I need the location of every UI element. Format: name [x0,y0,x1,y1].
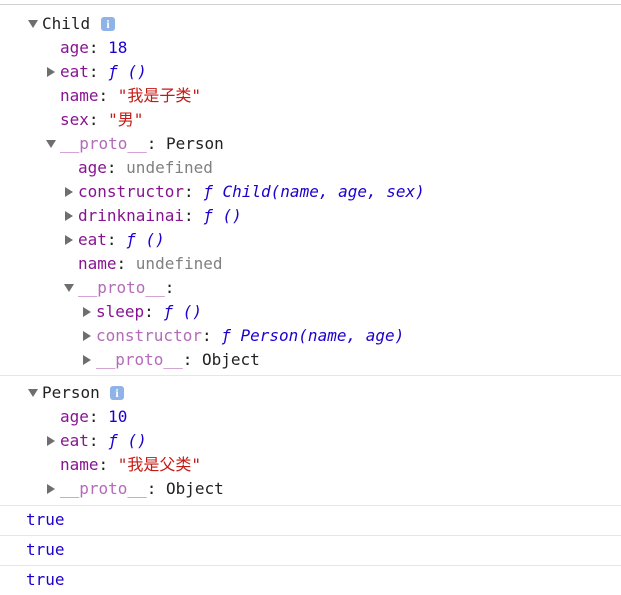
console-divider [0,535,621,536]
prop-name: name: "我是父类" [60,455,202,474]
expand-triangle-right-icon[interactable] [47,484,55,494]
console-result: true [26,540,65,559]
info-icon[interactable]: i [110,386,124,400]
prop-age: age: 18 [60,38,128,57]
info-icon[interactable]: i [101,17,115,31]
console-divider [0,505,621,506]
expand-triangle-right-icon[interactable] [65,211,73,221]
proto-prop-name: name: undefined [78,254,223,273]
expand-triangle-down-icon[interactable] [46,140,56,148]
prop-age: age: 10 [60,407,128,426]
expand-triangle-right-icon[interactable] [83,355,91,365]
console-divider [0,375,621,376]
prop-eat[interactable]: eat: ƒ () [60,60,147,84]
proto-prop-eat[interactable]: eat: ƒ () [78,228,165,252]
object-header-person[interactable]: Person [42,381,100,405]
top-border [0,4,621,5]
expand-triangle-down-icon[interactable] [28,20,38,28]
console-result: true [26,510,65,529]
proto-prop-age: age: undefined [78,158,213,177]
prop-name: name: "我是子类" [60,86,202,105]
console-divider [0,565,621,566]
expand-triangle-right-icon[interactable] [47,67,55,77]
console-result: true [26,570,65,589]
expand-triangle-right-icon[interactable] [83,331,91,341]
prop-eat[interactable]: eat: ƒ () [60,429,147,453]
expand-triangle-down-icon[interactable] [64,284,74,292]
proto-prop-proto[interactable]: __proto__: [78,276,184,300]
proto-prop-drinknainai[interactable]: drinknainai: ƒ () [78,204,242,228]
expand-triangle-right-icon[interactable] [83,307,91,317]
expand-triangle-right-icon[interactable] [65,187,73,197]
expand-triangle-down-icon[interactable] [28,389,38,397]
prop-proto[interactable]: __proto__: Person [60,132,224,156]
proto-proto-constructor[interactable]: constructor: ƒ Person(name, age) [96,324,404,348]
proto-prop-constructor[interactable]: constructor: ƒ Child(name, age, sex) [78,180,425,204]
prop-sex: sex: "男" [60,110,144,129]
expand-triangle-right-icon[interactable] [65,235,73,245]
proto-proto-sleep[interactable]: sleep: ƒ () [96,300,202,324]
expand-triangle-right-icon[interactable] [47,436,55,446]
object-header-child[interactable]: Child [42,12,90,36]
proto-proto-proto[interactable]: __proto__: Object [96,348,260,372]
prop-proto[interactable]: __proto__: Object [60,477,224,501]
